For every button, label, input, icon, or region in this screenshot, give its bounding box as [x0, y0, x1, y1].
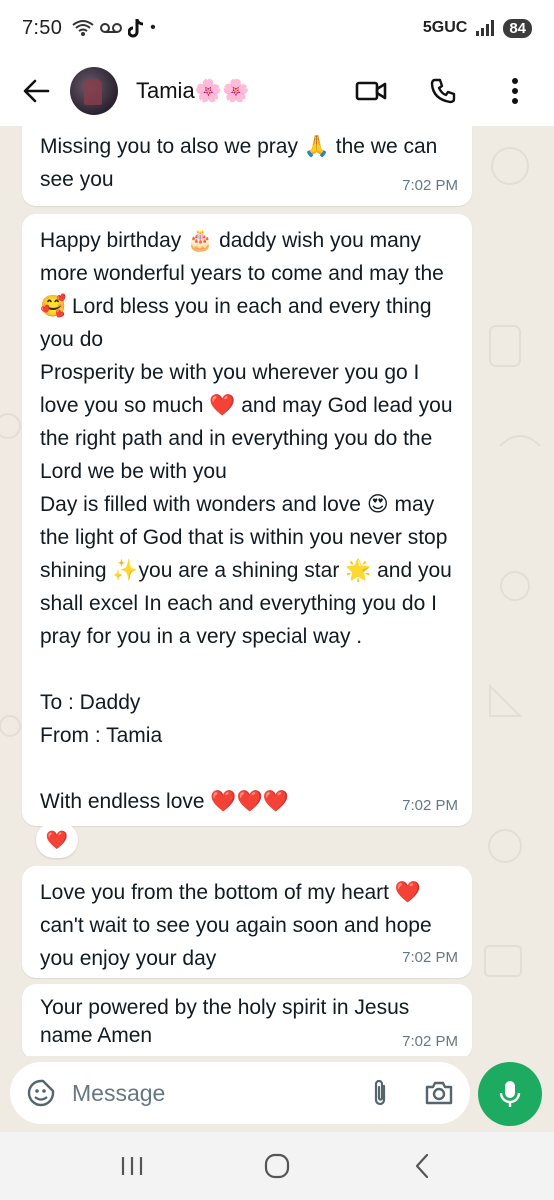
avatar[interactable] [70, 67, 118, 115]
dot-icon: • [150, 19, 156, 36]
phone-icon [430, 78, 456, 104]
status-time: 7:50 [22, 16, 63, 39]
battery-level: 84 [503, 18, 532, 38]
microphone-icon [499, 1081, 521, 1107]
status-bar: 7:50 • 5GUC 84 [0, 0, 554, 56]
chat-header: Tamia🌸🌸 [0, 56, 554, 126]
message-input[interactable] [72, 1079, 332, 1107]
wifi-icon [72, 20, 94, 36]
message-time: 7:02 PM [402, 177, 458, 194]
recent-apps-icon [122, 1157, 143, 1175]
tiktok-icon [128, 19, 144, 38]
voicemail-icon [100, 23, 123, 33]
message-bubble[interactable]: Missing you to also we pray 🙏 the we can… [22, 126, 472, 206]
recent-apps-button[interactable] [107, 1141, 157, 1191]
system-navigation-bar [0, 1132, 554, 1200]
message-time: 7:02 PM [402, 797, 458, 814]
chevron-left-icon [415, 1153, 428, 1179]
attach-icon[interactable] [370, 1078, 390, 1108]
network-type: 5GUC [422, 19, 468, 36]
message-text: Your powered by the holy spirit in Jesus… [40, 996, 416, 1047]
message-time: 7:02 PM [402, 1033, 458, 1050]
message-time: 7:02 PM [402, 949, 458, 966]
chat-messages[interactable]: Missing you to also we pray 🙏 the we can… [0, 126, 554, 1056]
heart-reaction: ❤️ [45, 829, 69, 850]
status-notification-icons: • [72, 18, 156, 38]
message-bubble[interactable]: Happy birthday 🎂 daddy wish you many mor… [22, 214, 472, 826]
video-call-button[interactable] [354, 74, 388, 108]
message-composer [0, 1056, 554, 1132]
signal-icon [476, 20, 495, 36]
message-input-pill[interactable] [10, 1062, 470, 1124]
voice-message-button[interactable] [478, 1062, 542, 1126]
home-icon [264, 1153, 290, 1179]
contact-name[interactable]: Tamia🌸🌸 [136, 78, 249, 104]
home-button[interactable] [252, 1141, 302, 1191]
message-text: Missing you to also we pray 🙏 the we can… [40, 135, 444, 191]
camera-icon[interactable] [424, 1080, 454, 1106]
sticker-icon[interactable] [26, 1078, 56, 1108]
voice-call-button[interactable] [426, 74, 460, 108]
reaction-badge[interactable]: ❤️ [36, 822, 78, 858]
back-button[interactable] [16, 71, 56, 111]
back-nav-button[interactable] [397, 1141, 447, 1191]
message-bubble[interactable]: Love you from the bottom of my heart ❤️ … [22, 866, 472, 978]
video-call-icon [355, 81, 387, 101]
more-options-icon [512, 78, 518, 104]
back-arrow-icon [23, 79, 50, 103]
more-options-button[interactable] [498, 74, 532, 108]
message-text: Happy birthday 🎂 daddy wish you many mor… [40, 229, 453, 813]
message-bubble[interactable]: Your powered by the holy spirit in Jesus… [22, 984, 472, 1056]
message-text: Love you from the bottom of my heart ❤️ … [40, 881, 438, 970]
